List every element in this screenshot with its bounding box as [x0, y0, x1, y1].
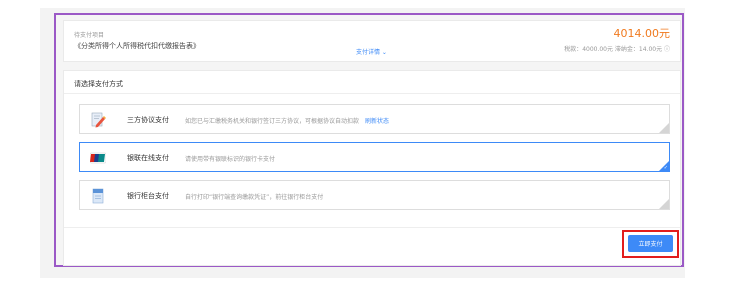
corner-marker	[659, 123, 669, 133]
refresh-status-link[interactable]: 刷新状态	[365, 118, 389, 125]
unionpay-icon	[89, 150, 107, 166]
option-description: 自行打印“银行端查询缴款凭证”，前往银行柜台支付	[185, 194, 324, 201]
order-label: 待支付项目	[74, 32, 105, 39]
section-title: 请选择支付方式	[74, 80, 123, 88]
pay-now-button[interactable]: 立即支付	[628, 235, 673, 252]
payment-details-link[interactable]: 支付详情 ⌄	[356, 47, 387, 56]
tax-breakdown: 税款：4000.00元 滞纳金：14.00元 ⓘ	[564, 46, 670, 53]
option-description: 请使用带有银联标识的银行卡支付	[185, 156, 276, 163]
option-name: 银行柜台支付	[127, 192, 169, 200]
document-icon	[90, 188, 106, 204]
order-title: 《分类所得个人所得税代扣代缴报告表》	[74, 42, 200, 50]
option-name: 三方协议支付	[127, 116, 169, 124]
check-icon: ✓	[663, 165, 668, 171]
option-description: 如您已与汇缴税务机关和银行签订三方协议，可根据协议自动扣款 刷新状态	[185, 118, 390, 125]
total-amount: 4014.00元	[613, 27, 671, 40]
payment-method-card: 请选择支付方式 三方协议支付 如您已与汇缴税务机关和银行签订三方协议，可根据协议…	[63, 70, 681, 266]
option-unionpay-online[interactable]: 银联在线支付 请使用带有银联标识的银行卡支付 ✓	[79, 142, 670, 172]
pen-icon	[90, 112, 106, 128]
option-bank-counter[interactable]: 银行柜台支付 自行打印“银行端查询缴款凭证”，前往银行柜台支付	[79, 180, 670, 210]
divider	[64, 227, 680, 228]
option-tripartite-agreement[interactable]: 三方协议支付 如您已与汇缴税务机关和银行签订三方协议，可根据协议自动扣款 刷新状态	[79, 104, 670, 134]
corner-marker	[659, 199, 669, 209]
order-summary-card: 待支付项目 《分类所得个人所得税代扣代缴报告表》 支付详情 ⌄ 4014.00元…	[63, 20, 681, 62]
option-name: 银联在线支付	[127, 154, 169, 162]
divider	[64, 93, 680, 94]
